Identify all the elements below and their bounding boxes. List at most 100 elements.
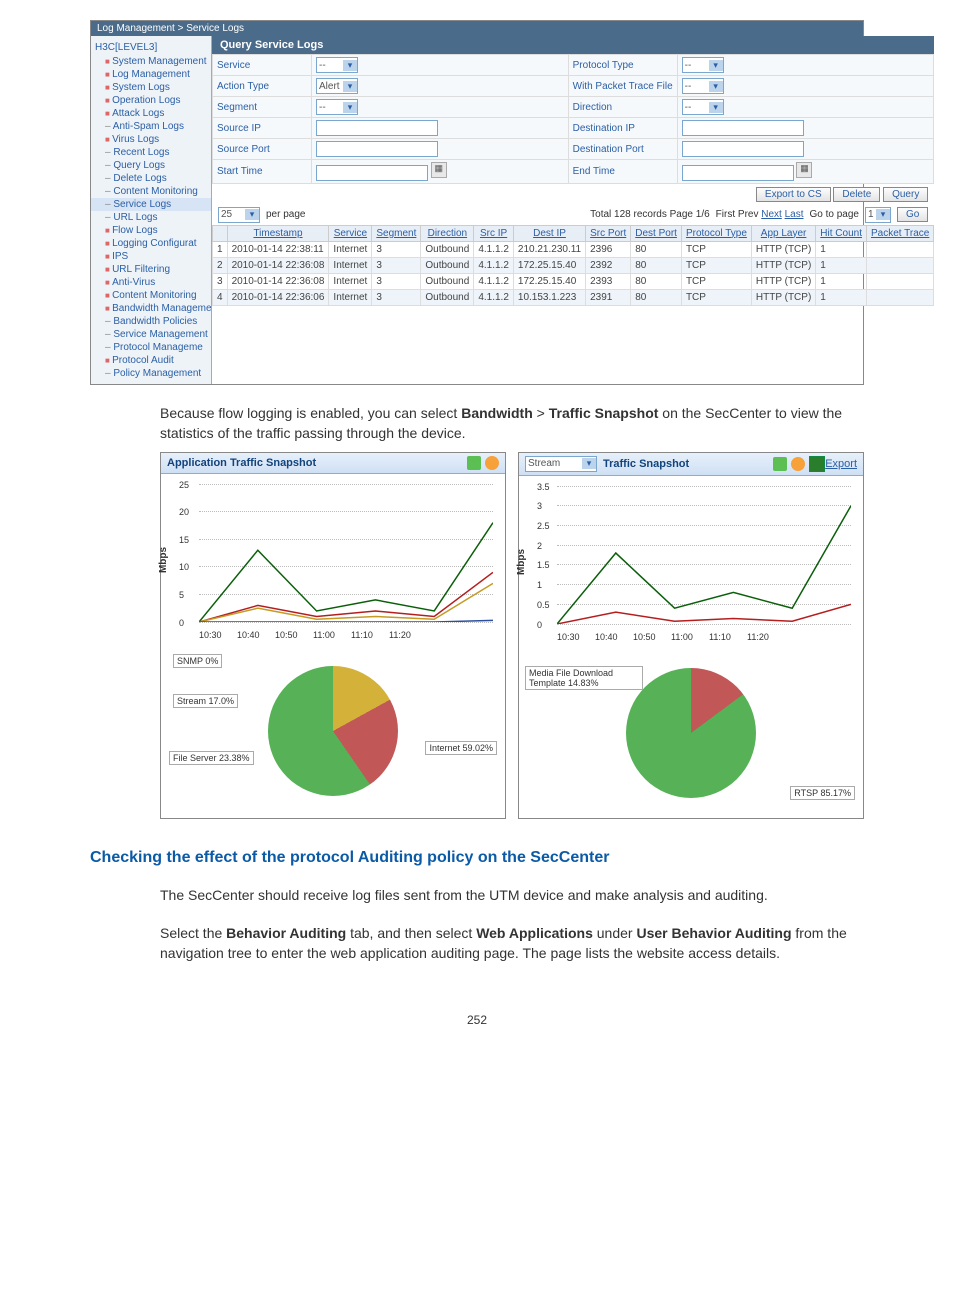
col-9[interactable]: Protocol Type [681, 225, 751, 241]
source-ip-input[interactable] [316, 120, 438, 136]
query-header: Query Service Logs [212, 36, 934, 54]
col-2[interactable]: Service [329, 225, 372, 241]
start-time-input[interactable] [316, 165, 428, 181]
sidebar-item-7[interactable]: Recent Logs [91, 146, 211, 159]
y-axis-label: Mbps [158, 547, 169, 573]
table-row[interactable]: 12010-01-14 22:38:11Internet3Outbound4.1… [213, 241, 934, 257]
pie-label-stream: Stream 17.0% [173, 694, 238, 708]
sidebar-item-6[interactable]: Virus Logs [91, 133, 211, 146]
sidebar-item-12[interactable]: URL Logs [91, 211, 211, 224]
sidebar-item-1[interactable]: Log Management [91, 68, 211, 81]
sidebar-item-9[interactable]: Delete Logs [91, 172, 211, 185]
direction-dropdown[interactable]: --▾ [682, 99, 724, 115]
panel-title: Application Traffic Snapshot [167, 457, 463, 469]
go-button[interactable]: Go [897, 207, 928, 222]
page-number: 252 [0, 1013, 954, 1027]
sidebar-item-15[interactable]: IPS [91, 250, 211, 263]
query-button[interactable]: Query [883, 187, 928, 202]
sidebar-item-19[interactable]: Bandwidth Manageme [91, 302, 211, 315]
goto-page-dropdown[interactable]: 1▾ [865, 207, 891, 223]
end-time-input[interactable] [682, 165, 794, 181]
pie-label-media: Media File Download Template 14.83% [525, 666, 643, 690]
col-6[interactable]: Dest IP [513, 225, 585, 241]
col-12[interactable]: Packet Trace [866, 225, 933, 241]
dest-port-input[interactable] [682, 141, 804, 157]
col-10[interactable]: App Layer [751, 225, 815, 241]
col-3[interactable]: Segment [372, 225, 421, 241]
refresh-icon[interactable] [485, 456, 499, 470]
sidebar-item-3[interactable]: Operation Logs [91, 94, 211, 107]
sidebar-item-11[interactable]: Service Logs [91, 198, 211, 211]
col-5[interactable]: Src IP [474, 225, 514, 241]
chevron-down-icon: ▾ [709, 60, 723, 71]
chevron-down-icon: ▾ [343, 81, 357, 92]
col-1[interactable]: Timestamp [227, 225, 329, 241]
stream-traffic-snapshot-panel: Stream▾ Traffic Snapshot Export Mbps 00.… [518, 452, 864, 819]
chevron-down-icon: ▾ [709, 102, 723, 113]
sidebar-item-23[interactable]: Protocol Audit [91, 354, 211, 367]
table-row[interactable]: 22010-01-14 22:36:08Internet3Outbound4.1… [213, 257, 934, 273]
sidebar-item-18[interactable]: Content Monitoring [91, 289, 211, 302]
col-4[interactable]: Direction [421, 225, 474, 241]
protocol-type-dropdown[interactable]: --▾ [682, 57, 724, 73]
col-7[interactable]: Src Port [586, 225, 631, 241]
chart-icon[interactable] [467, 456, 481, 470]
sidebar-item-17[interactable]: Anti-Virus [91, 276, 211, 289]
service-dropdown[interactable]: --▾ [316, 57, 358, 73]
sidebar-item-20[interactable]: Bandwidth Policies [91, 315, 211, 328]
y-axis-label: Mbps [516, 549, 527, 575]
stream-traffic-pie: Media File Download Template 14.83% RTSP… [519, 648, 863, 818]
col-11[interactable]: Hit Count [816, 225, 867, 241]
dest-ip-input[interactable] [682, 120, 804, 136]
nav-next[interactable]: Next [761, 209, 782, 220]
logs-table: TimestampServiceSegmentDirectionSrc IPDe… [212, 225, 934, 306]
delete-button[interactable]: Delete [833, 187, 880, 202]
export-button[interactable]: Export to CS [756, 187, 831, 202]
col-0[interactable] [213, 225, 228, 241]
refresh-icon[interactable] [791, 457, 805, 471]
sidebar-item-5[interactable]: Anti-Spam Logs [91, 120, 211, 133]
action-type-dropdown[interactable]: Alert▾ [316, 78, 358, 94]
sidebar-item-2[interactable]: System Logs [91, 81, 211, 94]
filter-form: Service --▾ Protocol Type --▾ Action Typ… [212, 54, 934, 184]
sidebar-item-10[interactable]: Content Monitoring [91, 185, 211, 198]
stream-select[interactable]: Stream▾ [525, 456, 597, 472]
chevron-down-icon: ▾ [582, 458, 596, 469]
sidebar-item-24[interactable]: Policy Management [91, 367, 211, 380]
export-link[interactable]: Export [825, 458, 857, 470]
calendar-icon[interactable]: ▦ [431, 162, 447, 178]
sidebar-item-4[interactable]: Attack Logs [91, 107, 211, 120]
table-row[interactable]: 42010-01-14 22:36:06Internet3Outbound4.1… [213, 289, 934, 305]
nav-last[interactable]: Last [785, 209, 804, 220]
pie-label-fileserver: File Server 23.38% [169, 751, 254, 765]
source-port-input[interactable] [316, 141, 438, 157]
nav-prev: Prev [738, 209, 759, 220]
sidebar-item-16[interactable]: URL Filtering [91, 263, 211, 276]
pie-label-rtsp: RTSP 85.17% [790, 786, 855, 800]
nav-first: First [716, 209, 735, 220]
sidebar-item-8[interactable]: Query Logs [91, 159, 211, 172]
tree-root[interactable]: H3C[LEVEL3] [91, 40, 211, 55]
chart-icon[interactable] [773, 457, 787, 471]
sidebar-item-21[interactable]: Service Management [91, 328, 211, 341]
section-heading: Checking the effect of the protocol Audi… [90, 849, 864, 867]
segment-dropdown[interactable]: --▾ [316, 99, 358, 115]
flow-logging-note: Because flow logging is enabled, you can… [160, 403, 864, 444]
sidebar-item-13[interactable]: Flow Logs [91, 224, 211, 237]
sidebar-item-14[interactable]: Logging Configurat [91, 237, 211, 250]
table-row[interactable]: 32010-01-14 22:36:08Internet3Outbound4.1… [213, 273, 934, 289]
sidebar-item-0[interactable]: System Management [91, 55, 211, 68]
packet-trace-dropdown[interactable]: --▾ [682, 78, 724, 94]
nav-tree: H3C[LEVEL3] System ManagementLog Managem… [91, 36, 212, 384]
col-8[interactable]: Dest Port [631, 225, 682, 241]
perpage-label: per page [266, 209, 305, 220]
panel-title: Traffic Snapshot [603, 458, 769, 470]
perpage-dropdown[interactable]: 25▾ [218, 207, 260, 223]
service-logs-screenshot: Log Management > Service Logs H3C[LEVEL3… [90, 20, 864, 385]
app-traffic-snapshot-panel: Application Traffic Snapshot Mbps 051015… [160, 452, 506, 819]
calendar-icon[interactable]: ▦ [796, 162, 812, 178]
excel-icon[interactable] [809, 456, 825, 472]
app-traffic-line-chart: Mbps 051015202510:3010:4010:5011:0011:10… [169, 480, 497, 640]
chevron-down-icon: ▾ [343, 60, 357, 71]
sidebar-item-22[interactable]: Protocol Manageme [91, 341, 211, 354]
